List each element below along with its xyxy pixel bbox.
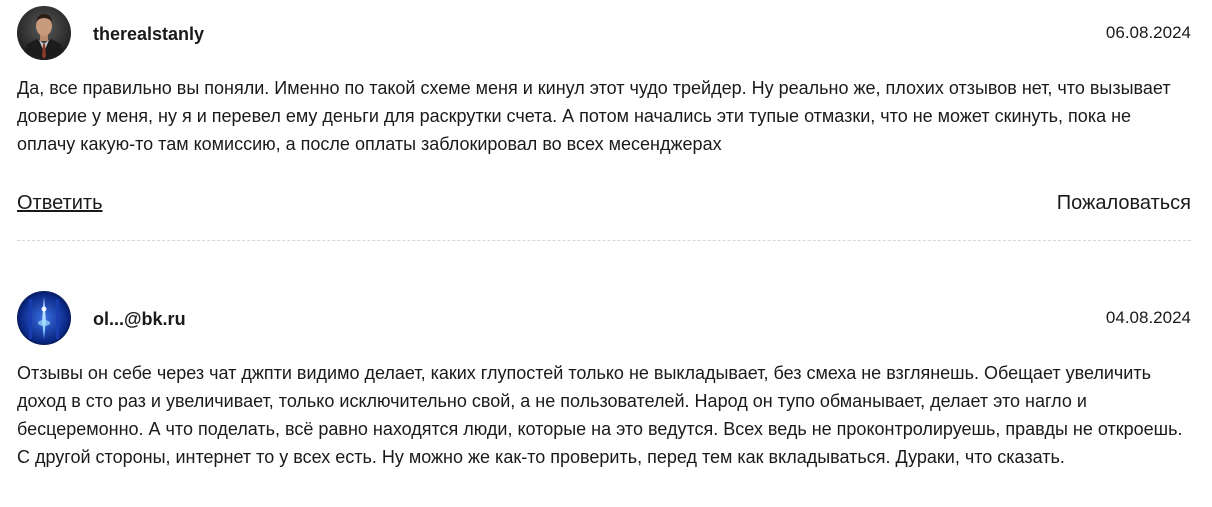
- comment-text: Отзывы он себе через чат джпти видимо де…: [17, 363, 1183, 467]
- comment-text: Да, все правильно вы поняли. Именно по т…: [17, 78, 1171, 154]
- comment-author: ol...@bk.ru: [93, 309, 186, 329]
- user-photo-suit-icon: [17, 6, 71, 60]
- divider: [17, 240, 1191, 241]
- avatar: [17, 6, 71, 60]
- comment-actions: Ответить Пожаловаться: [17, 192, 1191, 222]
- comment-item: therealstanly 06.08.2024 Да, все правиль…: [17, 6, 1191, 241]
- report-link[interactable]: Пожаловаться: [1057, 192, 1191, 215]
- reply-link[interactable]: Ответить: [17, 192, 103, 215]
- comment-date: 04.08.2024: [1105, 308, 1191, 327]
- user-photo-blue-light-icon: [17, 291, 71, 345]
- comment-date: 06.08.2024: [1105, 23, 1191, 42]
- comments-list: therealstanly 06.08.2024 Да, все правиль…: [0, 0, 1212, 507]
- comment-item: ol...@bk.ru 04.08.2024 Отзывы он себе че…: [17, 291, 1191, 467]
- comment-header: ol...@bk.ru 04.08.2024: [17, 291, 1191, 346]
- comment-author: therealstanly: [93, 24, 205, 44]
- avatar: [17, 291, 71, 345]
- comment-header: therealstanly 06.08.2024: [17, 6, 1191, 61]
